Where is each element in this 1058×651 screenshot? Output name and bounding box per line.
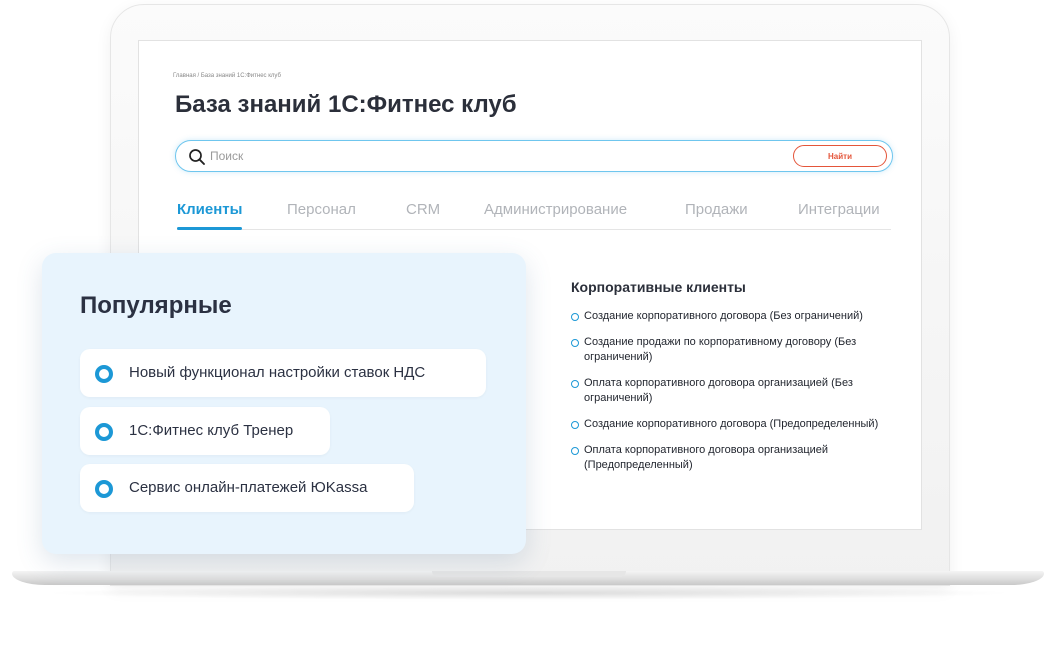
article-link[interactable]: Оплата корпоративного договора организац… [571, 376, 901, 406]
circle-bullet-icon [571, 339, 579, 347]
tab-administration[interactable]: Администрирование [484, 201, 627, 218]
tab-crm[interactable]: CRM [406, 201, 440, 218]
circle-bullet-icon [95, 423, 113, 441]
breadcrumb[interactable]: Главная / База знаний 1С:Фитнес клуб [173, 73, 281, 79]
article-link[interactable]: Создание корпоративного договора (Предоп… [571, 417, 901, 432]
popular-item[interactable]: 1С:Фитнес клуб Тренер [80, 407, 330, 455]
search-bar: Найти [175, 140, 893, 172]
search-button[interactable]: Найти [793, 145, 887, 167]
corporate-clients-section: Корпоративные клиенты Создание корпорати… [571, 279, 901, 484]
popular-card: Популярные Новый функционал настройки ст… [42, 253, 526, 554]
popular-item[interactable]: Сервис онлайн-платежей ЮKassa [80, 464, 414, 512]
popular-item-label: Сервис онлайн-платежей ЮKassa [129, 479, 368, 496]
tab-integrations[interactable]: Интеграции [798, 201, 880, 218]
article-link[interactable]: Оплата корпоративного договора организац… [571, 443, 901, 473]
section-title: Корпоративные клиенты [571, 279, 746, 295]
article-link-label: Создание корпоративного договора (Предоп… [584, 418, 879, 430]
article-link[interactable]: Создание продажи по корпоративному догов… [571, 335, 901, 365]
popular-item-label: 1С:Фитнес клуб Тренер [129, 422, 294, 439]
tab-staff[interactable]: Персонал [287, 201, 356, 218]
tab-clients[interactable]: Клиенты [177, 201, 243, 230]
search-input[interactable] [210, 148, 770, 164]
circle-bullet-icon [95, 480, 113, 498]
tab-sales[interactable]: Продажи [685, 201, 748, 218]
circle-bullet-icon [571, 313, 579, 321]
popular-title: Популярные [80, 292, 232, 319]
article-link[interactable]: Создание корпоративного договора (Без ог… [571, 309, 901, 324]
circle-bullet-icon [571, 380, 579, 388]
circle-bullet-icon [95, 365, 113, 383]
article-link-label: Оплата корпоративного договора организац… [584, 377, 853, 404]
circle-bullet-icon [571, 447, 579, 455]
article-link-label: Создание корпоративного договора (Без ог… [584, 310, 863, 322]
laptop-shadow [40, 586, 1018, 600]
search-icon [189, 149, 205, 165]
popular-item[interactable]: Новый функционал настройки ставок НДС [80, 349, 486, 397]
circle-bullet-icon [571, 421, 579, 429]
page-title: База знаний 1С:Фитнес клуб [175, 91, 517, 118]
article-link-label: Создание продажи по корпоративному догов… [584, 336, 857, 363]
article-list: Создание корпоративного договора (Без ог… [571, 309, 901, 473]
category-tabs: Клиенты Персонал CRM Администрирование П… [177, 201, 891, 230]
laptop-base-notch [432, 571, 626, 577]
article-link-label: Оплата корпоративного договора организац… [584, 444, 829, 471]
popular-item-label: Новый функционал настройки ставок НДС [129, 364, 426, 381]
